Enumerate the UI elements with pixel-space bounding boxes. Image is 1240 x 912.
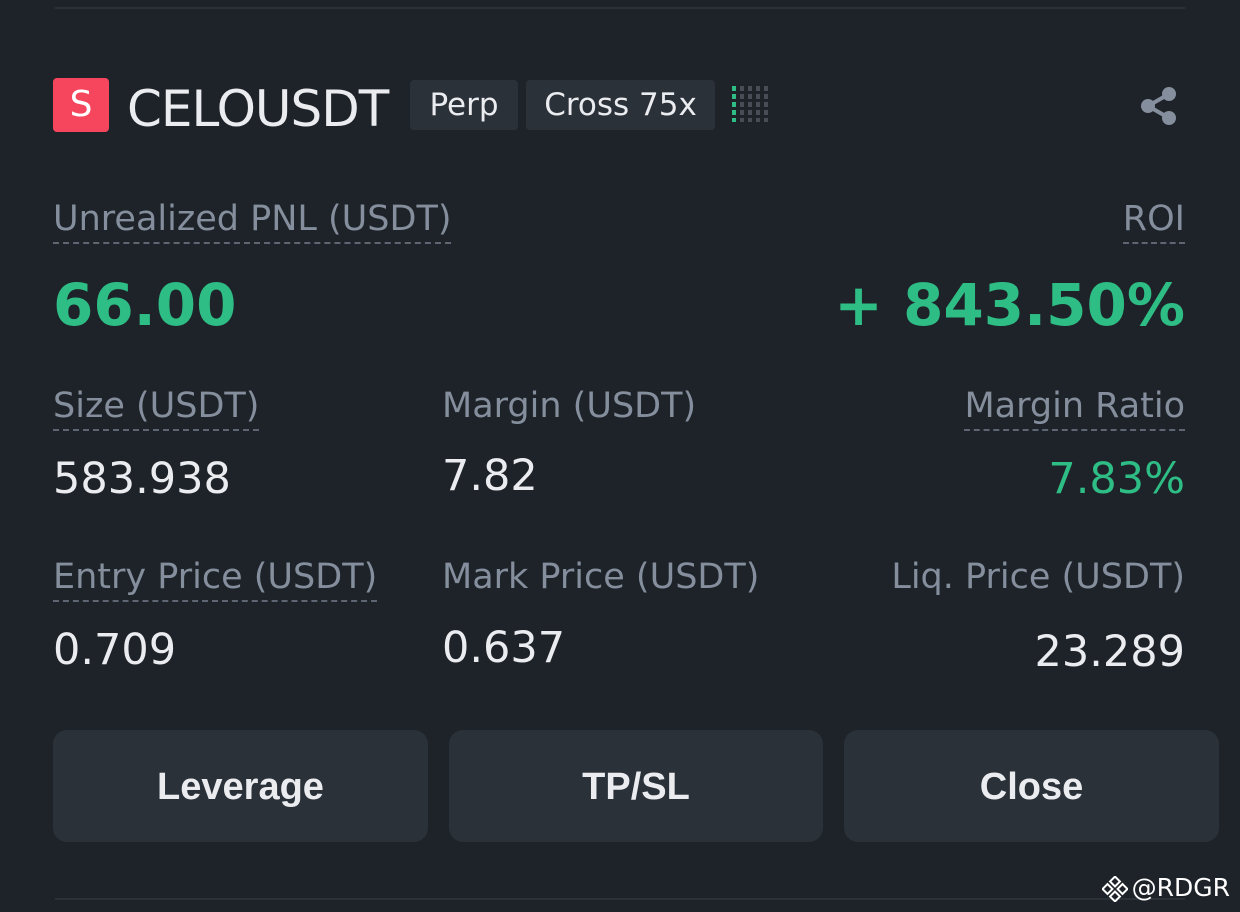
leverage-button[interactable]: Leverage xyxy=(53,730,428,842)
bottom-divider xyxy=(55,898,1185,900)
position-header: S CELOUSDT Perp Cross 75x xyxy=(53,78,1185,138)
size-value: 583.938 xyxy=(53,454,231,504)
binance-logo-icon xyxy=(1101,876,1128,902)
watermark: @RDGR xyxy=(1101,868,1230,908)
roi-value: + 843.50% xyxy=(834,271,1185,339)
unrealized-pnl-value: 66.00 xyxy=(53,271,237,339)
size-label[interactable]: Size (USDT) xyxy=(53,383,260,431)
contract-type-tag: Perp xyxy=(410,80,518,130)
margin-ratio-value: 7.83% xyxy=(1048,454,1185,504)
top-divider xyxy=(55,7,1185,9)
side-badge: S xyxy=(53,78,109,132)
mark-price-label: Mark Price (USDT) xyxy=(442,557,760,597)
liq-price-label: Liq. Price (USDT) xyxy=(891,557,1185,597)
entry-price-value: 0.709 xyxy=(53,625,177,675)
risk-bar xyxy=(740,86,744,122)
liq-price-value: 23.289 xyxy=(1034,627,1185,677)
risk-bar xyxy=(756,86,760,122)
close-position-button[interactable]: Close xyxy=(844,730,1219,842)
risk-bar xyxy=(764,86,768,122)
risk-bar xyxy=(732,86,736,122)
margin-value: 7.82 xyxy=(442,451,538,501)
risk-bar xyxy=(748,86,752,122)
mark-price-value: 0.637 xyxy=(442,623,566,673)
margin-mode-tag[interactable]: Cross 75x xyxy=(526,80,715,130)
roi-label[interactable]: ROI xyxy=(1122,196,1185,244)
unrealized-pnl-label[interactable]: Unrealized PNL (USDT) xyxy=(53,196,452,244)
tpsl-button[interactable]: TP/SL xyxy=(449,730,823,842)
entry-price-label[interactable]: Entry Price (USDT) xyxy=(53,554,378,602)
margin-label: Margin (USDT) xyxy=(442,386,697,426)
risk-level-indicator xyxy=(732,86,770,124)
watermark-text: @RDGR xyxy=(1131,873,1230,902)
share-icon[interactable] xyxy=(1138,85,1180,127)
symbol-title[interactable]: CELOUSDT xyxy=(127,79,389,139)
margin-ratio-label[interactable]: Margin Ratio xyxy=(964,383,1185,431)
